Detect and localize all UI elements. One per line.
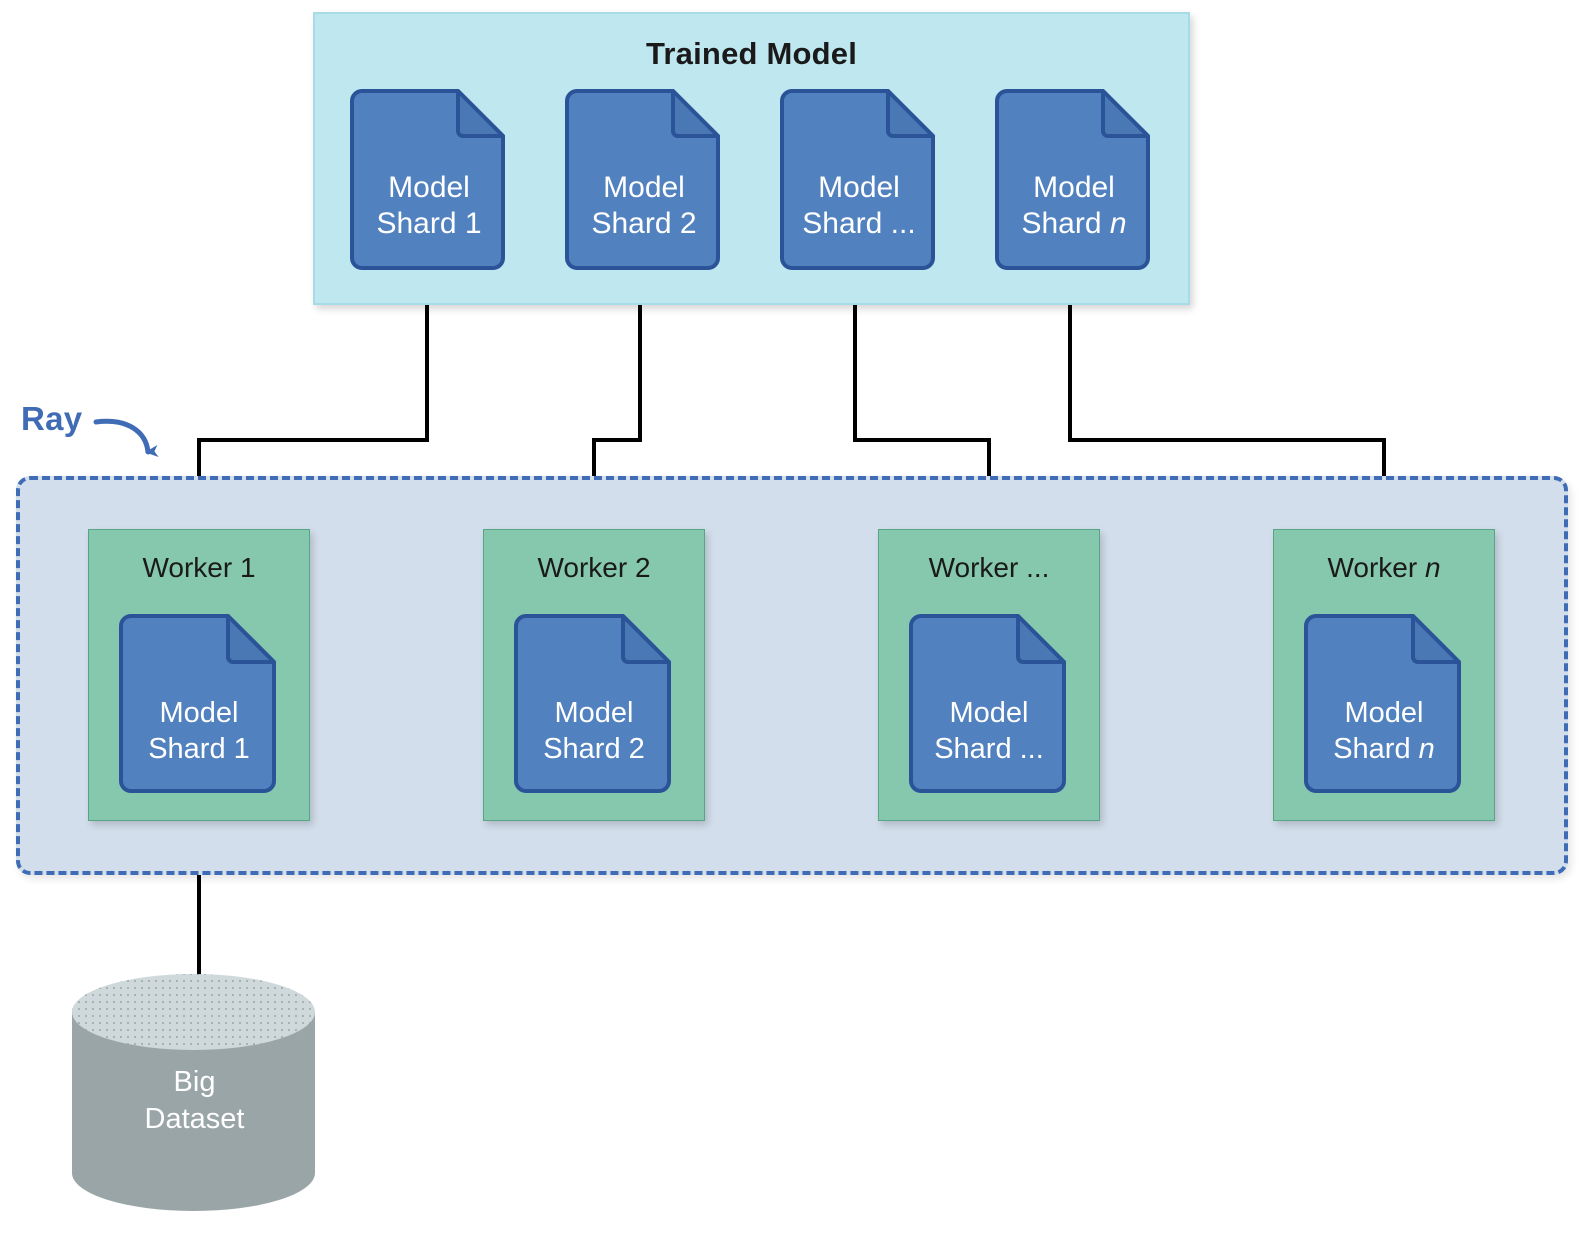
trained-model-shard-3: Model Shard ... <box>780 88 936 270</box>
worker-title: Worker ... <box>928 552 1050 583</box>
document-icon <box>514 614 671 793</box>
ray-callout-arrow <box>93 418 159 457</box>
worker-1-model-shard: Model Shard 1 <box>119 613 277 793</box>
worker-3-model-shard: Model Shard ... <box>909 613 1067 793</box>
document-icon <box>350 89 505 270</box>
trained-model-shard-4: Model Shard n <box>995 88 1151 270</box>
document-icon <box>1304 614 1461 793</box>
document-icon <box>909 614 1066 793</box>
dataset-label: Big Dataset <box>144 1066 245 1136</box>
trained-model-shard-1: Model Shard 1 <box>350 88 506 270</box>
document-icon <box>565 89 720 270</box>
document-icon <box>995 89 1150 270</box>
ray-label: Ray <box>21 400 83 437</box>
worker-4-model-shard: Model Shard n <box>1304 613 1462 793</box>
worker-title: Worker n <box>1327 552 1441 583</box>
document-icon <box>780 89 935 270</box>
diagram-canvas: Trained Model Model Shard 1 Model Shard … <box>0 0 1580 1243</box>
trained-model-shard-2: Model Shard 2 <box>565 88 721 270</box>
worker-title: Worker 2 <box>537 552 651 583</box>
worker-title: Worker 1 <box>142 552 256 583</box>
trained-model-title: Trained Model <box>645 36 858 71</box>
document-icon <box>119 614 276 793</box>
worker-2-model-shard: Model Shard 2 <box>514 613 672 793</box>
big-dataset-cylinder: Big Dataset <box>70 972 319 1213</box>
